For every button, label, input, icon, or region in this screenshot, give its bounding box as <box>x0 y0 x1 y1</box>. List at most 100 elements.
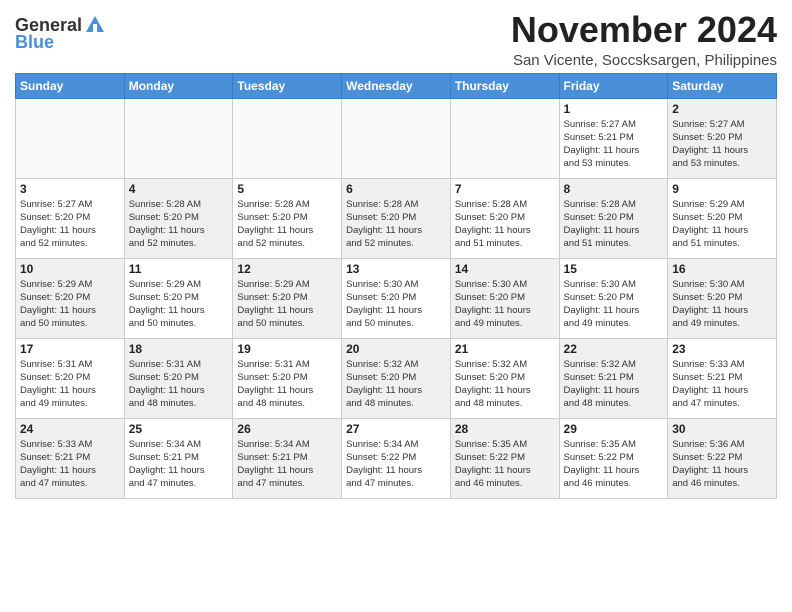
day-number: 9 <box>672 182 772 196</box>
day-number: 28 <box>455 422 555 436</box>
day-cell <box>124 98 233 178</box>
day-number: 4 <box>129 182 229 196</box>
day-number: 20 <box>346 342 446 356</box>
day-cell: 29 Sunrise: 5:35 AM Sunset: 5:22 PM Dayli… <box>559 418 668 498</box>
day-cell: 16Sunrise: 5:30 AM Sunset: 5:20 PM Dayli… <box>668 258 777 338</box>
day-info: Sunrise: 5:32 AM Sunset: 5:20 PM Dayligh… <box>455 358 555 411</box>
day-cell: 5 Sunrise: 5:28 AM Sunset: 5:20 PM Daylig… <box>233 178 342 258</box>
day-cell: 23 Sunrise: 5:33 AM Sunset: 5:21 PM Dayli… <box>668 338 777 418</box>
day-number: 21 <box>455 342 555 356</box>
day-cell: 20 Sunrise: 5:32 AM Sunset: 5:20 PM Dayli… <box>342 338 451 418</box>
title-area: November 2024 San Vicente, Soccsksargen,… <box>511 10 777 69</box>
day-info: Sunrise: 5:27 AM Sunset: 5:21 PM Dayligh… <box>564 118 664 171</box>
header-wednesday: Wednesday <box>342 73 451 98</box>
day-number: 12 <box>237 262 337 276</box>
calendar-header-row: SundayMondayTuesdayWednesdayThursdayFrid… <box>16 73 777 98</box>
day-info: Sunrise: 5:29 AM Sunset: 5:20 PM Dayligh… <box>20 278 120 331</box>
day-cell: 22 Sunrise: 5:32 AM Sunset: 5:21 PM Dayli… <box>559 338 668 418</box>
day-cell: 30Sunrise: 5:36 AM Sunset: 5:22 PM Dayli… <box>668 418 777 498</box>
day-info: Sunrise: 5:28 AM Sunset: 5:20 PM Dayligh… <box>346 198 446 251</box>
logo-blue-text: Blue <box>15 32 54 53</box>
day-cell: 6 Sunrise: 5:28 AM Sunset: 5:20 PM Daylig… <box>342 178 451 258</box>
day-cell: 10 Sunrise: 5:29 AM Sunset: 5:20 PM Dayli… <box>16 258 125 338</box>
day-cell: 21 Sunrise: 5:32 AM Sunset: 5:20 PM Dayli… <box>450 338 559 418</box>
month-title: November 2024 <box>511 10 777 50</box>
calendar-table: SundayMondayTuesdayWednesdayThursdayFrid… <box>15 73 777 499</box>
header-thursday: Thursday <box>450 73 559 98</box>
day-info: Sunrise: 5:32 AM Sunset: 5:20 PM Dayligh… <box>346 358 446 411</box>
day-cell: 15Sunrise: 5:30 AM Sunset: 5:20 PM Dayli… <box>559 258 668 338</box>
page-header: General Blue November 2024 San Vicente, … <box>15 10 777 69</box>
day-cell: 28 Sunrise: 5:35 AM Sunset: 5:22 PM Dayli… <box>450 418 559 498</box>
day-info: Sunrise: 5:29 AM Sunset: 5:20 PM Dayligh… <box>129 278 229 331</box>
day-info: Sunrise: 5:33 AM Sunset: 5:21 PM Dayligh… <box>20 438 120 491</box>
day-number: 22 <box>564 342 664 356</box>
day-info: Sunrise: 5:34 AM Sunset: 5:22 PM Dayligh… <box>346 438 446 491</box>
day-cell: 17Sunrise: 5:31 AM Sunset: 5:20 PM Dayli… <box>16 338 125 418</box>
day-number: 18 <box>129 342 229 356</box>
day-cell: 9 Sunrise: 5:29 AM Sunset: 5:20 PM Daylig… <box>668 178 777 258</box>
day-cell: 12 Sunrise: 5:29 AM Sunset: 5:20 PM Dayli… <box>233 258 342 338</box>
day-cell: 7 Sunrise: 5:28 AM Sunset: 5:20 PM Daylig… <box>450 178 559 258</box>
day-number: 29 <box>564 422 664 436</box>
day-info: Sunrise: 5:27 AM Sunset: 5:20 PM Dayligh… <box>20 198 120 251</box>
day-cell: 18Sunrise: 5:31 AM Sunset: 5:20 PM Dayli… <box>124 338 233 418</box>
day-number: 17 <box>20 342 120 356</box>
day-cell: 14 Sunrise: 5:30 AM Sunset: 5:20 PM Dayli… <box>450 258 559 338</box>
day-number: 10 <box>20 262 120 276</box>
header-monday: Monday <box>124 73 233 98</box>
day-info: Sunrise: 5:30 AM Sunset: 5:20 PM Dayligh… <box>455 278 555 331</box>
day-cell <box>233 98 342 178</box>
day-cell: 13Sunrise: 5:30 AM Sunset: 5:20 PM Dayli… <box>342 258 451 338</box>
day-info: Sunrise: 5:35 AM Sunset: 5:22 PM Dayligh… <box>564 438 664 491</box>
day-info: Sunrise: 5:32 AM Sunset: 5:21 PM Dayligh… <box>564 358 664 411</box>
day-info: Sunrise: 5:28 AM Sunset: 5:20 PM Dayligh… <box>455 198 555 251</box>
day-info: Sunrise: 5:34 AM Sunset: 5:21 PM Dayligh… <box>237 438 337 491</box>
logo: General Blue <box>15 10 106 53</box>
day-cell: 11 Sunrise: 5:29 AM Sunset: 5:20 PM Dayli… <box>124 258 233 338</box>
day-number: 16 <box>672 262 772 276</box>
day-cell: 26 Sunrise: 5:34 AM Sunset: 5:21 PM Dayli… <box>233 418 342 498</box>
day-number: 26 <box>237 422 337 436</box>
day-number: 5 <box>237 182 337 196</box>
day-cell: 4 Sunrise: 5:28 AM Sunset: 5:20 PM Daylig… <box>124 178 233 258</box>
day-info: Sunrise: 5:28 AM Sunset: 5:20 PM Dayligh… <box>564 198 664 251</box>
day-cell: 8 Sunrise: 5:28 AM Sunset: 5:20 PM Daylig… <box>559 178 668 258</box>
day-number: 2 <box>672 102 772 116</box>
day-info: Sunrise: 5:28 AM Sunset: 5:20 PM Dayligh… <box>129 198 229 251</box>
day-number: 14 <box>455 262 555 276</box>
logo-icon <box>84 14 106 36</box>
day-cell: 1 Sunrise: 5:27 AM Sunset: 5:21 PM Daylig… <box>559 98 668 178</box>
day-number: 30 <box>672 422 772 436</box>
location-text: San Vicente, Soccsksargen, Philippines <box>511 52 777 69</box>
day-cell <box>16 98 125 178</box>
day-number: 27 <box>346 422 446 436</box>
day-cell: 25Sunrise: 5:34 AM Sunset: 5:21 PM Dayli… <box>124 418 233 498</box>
week-row-3: 10 Sunrise: 5:29 AM Sunset: 5:20 PM Dayli… <box>16 258 777 338</box>
day-info: Sunrise: 5:30 AM Sunset: 5:20 PM Dayligh… <box>564 278 664 331</box>
week-row-5: 24 Sunrise: 5:33 AM Sunset: 5:21 PM Dayli… <box>16 418 777 498</box>
day-info: Sunrise: 5:34 AM Sunset: 5:21 PM Dayligh… <box>129 438 229 491</box>
day-number: 13 <box>346 262 446 276</box>
day-number: 24 <box>20 422 120 436</box>
day-info: Sunrise: 5:35 AM Sunset: 5:22 PM Dayligh… <box>455 438 555 491</box>
header-saturday: Saturday <box>668 73 777 98</box>
day-cell: 24 Sunrise: 5:33 AM Sunset: 5:21 PM Dayli… <box>16 418 125 498</box>
day-info: Sunrise: 5:28 AM Sunset: 5:20 PM Dayligh… <box>237 198 337 251</box>
header-friday: Friday <box>559 73 668 98</box>
day-cell <box>342 98 451 178</box>
day-number: 7 <box>455 182 555 196</box>
day-number: 1 <box>564 102 664 116</box>
day-cell: 19Sunrise: 5:31 AM Sunset: 5:20 PM Dayli… <box>233 338 342 418</box>
day-info: Sunrise: 5:33 AM Sunset: 5:21 PM Dayligh… <box>672 358 772 411</box>
header-tuesday: Tuesday <box>233 73 342 98</box>
day-number: 11 <box>129 262 229 276</box>
day-info: Sunrise: 5:29 AM Sunset: 5:20 PM Dayligh… <box>237 278 337 331</box>
day-number: 6 <box>346 182 446 196</box>
day-number: 23 <box>672 342 772 356</box>
day-cell: 3Sunrise: 5:27 AM Sunset: 5:20 PM Daylig… <box>16 178 125 258</box>
day-info: Sunrise: 5:29 AM Sunset: 5:20 PM Dayligh… <box>672 198 772 251</box>
week-row-2: 3Sunrise: 5:27 AM Sunset: 5:20 PM Daylig… <box>16 178 777 258</box>
day-number: 8 <box>564 182 664 196</box>
week-row-1: 1 Sunrise: 5:27 AM Sunset: 5:21 PM Daylig… <box>16 98 777 178</box>
